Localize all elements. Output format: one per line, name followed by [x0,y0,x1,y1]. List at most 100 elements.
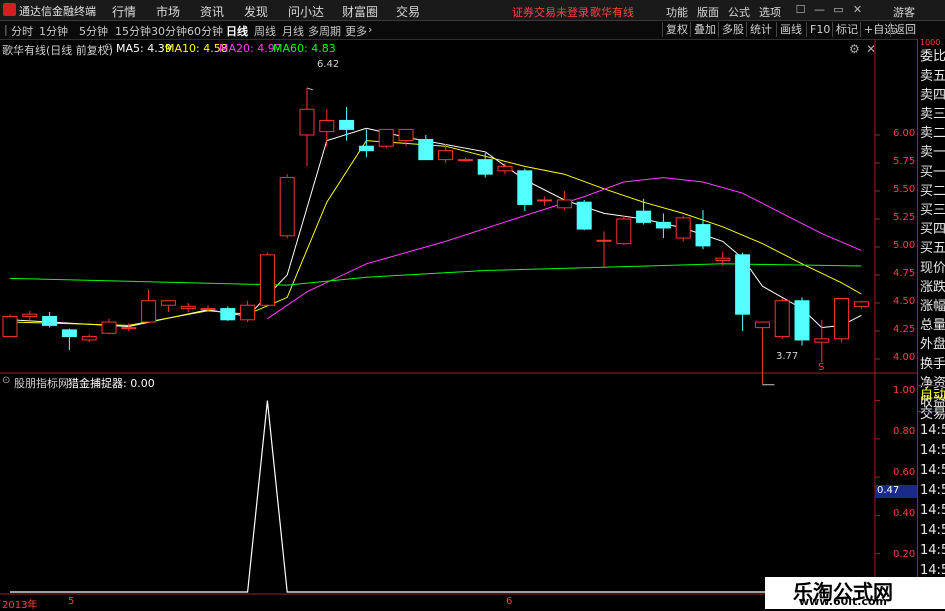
period-30min[interactable]: 30分钟 [151,23,187,39]
candle-body [180,305,196,310]
candle [81,334,97,343]
tab-auto[interactable]: 自动 [920,384,945,403]
watermark-url: www.60lt.com [799,595,888,608]
candle [675,215,691,242]
menu-wenxiaoda[interactable]: 问小达 [288,3,324,20]
tool-diejia[interactable]: 叠加 [690,22,719,37]
ind-y-tick-060: 0.60 [893,467,916,478]
candle-body [735,254,751,315]
period-more[interactable]: 更多 [345,23,367,39]
panel-huanshou: 换手 [920,357,945,372]
period-15min[interactable]: 15分钟 [115,23,151,39]
candle-body [259,254,275,306]
skin-icon[interactable]: ☐ [793,2,808,17]
candle [319,109,335,147]
app-title: 通达信金融终端 [19,5,96,18]
candle [180,303,196,312]
candle-body [576,201,592,230]
candle-body [477,159,493,175]
minimize-icon[interactable]: — [812,2,827,17]
candle-body [438,150,454,161]
tick-time-3: 14:56 [920,463,945,478]
y-tick-550: 5.50 [893,184,916,195]
ind-y-tick-020: 0.20 [893,549,916,560]
candle [616,215,632,245]
period-5min[interactable]: 5分钟 [79,23,108,39]
candle [576,199,592,231]
panel-xianjia: 现价 [920,261,945,276]
tick-time-2: 14:56 [920,443,945,458]
tool-huaxian[interactable]: 画线 [776,22,805,37]
candle [695,210,711,250]
candle [259,252,275,306]
login-status[interactable]: 证券交易未登录 [512,4,589,20]
ma-line-ma10 [9,140,862,326]
ma5-label: MA5: 4.39 [116,42,172,55]
candle [279,174,295,239]
chevron-down-icon[interactable]: ⊙ [104,42,112,53]
menu-hangqing[interactable]: 行情 [112,3,136,20]
tool-tongji[interactable]: 统计 [746,22,775,37]
tool-f10[interactable]: F10 [806,22,833,37]
menu-shichang[interactable]: 市场 [156,3,180,20]
ind-y-tick-100: 1.00 [893,385,916,396]
tool-fuquan[interactable]: 复权 [662,22,691,37]
period-60min[interactable]: 60分钟 [187,23,223,39]
close-chart-icon[interactable]: ✕ [866,42,876,56]
candle [42,311,58,328]
y-tick-400: 4.00 [893,352,916,363]
panel-sell2: 卖二 [920,126,945,141]
candle [438,143,454,163]
tab-trade[interactable]: 交易 [920,403,945,422]
period-toolbar: | 分时 1分钟 5分钟 15分钟 30分钟 60分钟 日线 周线 月线 多周期… [0,21,945,40]
settings-icon[interactable]: ⚙ [849,42,860,56]
y-tick-525: 5.25 [893,212,916,223]
quote-panel: 1000 委比 卖五 卖四 卖三 卖二 卖一 买一 买二 买三 买四 买五 现价… [917,38,945,609]
candle [457,157,473,162]
period-daily[interactable]: 日线 [226,23,248,39]
indicator-menu-icon[interactable]: ⊙ [2,375,10,386]
menu-zixun[interactable]: 资讯 [200,3,224,20]
menu-jiaoyi[interactable]: 交易 [396,3,420,20]
period-1min[interactable]: 1分钟 [39,23,68,39]
chevron-right-icon[interactable]: › [368,23,372,36]
menu-faxian[interactable]: 发现 [244,3,268,20]
candle [754,321,770,385]
y-tick-600: 6.00 [893,128,916,139]
period-monthly[interactable]: 月线 [282,23,304,39]
candle [517,168,533,212]
maximize-icon[interactable]: ▭ [831,2,846,17]
candle [853,300,869,309]
candle [655,213,671,239]
ma-lines [9,127,862,329]
period-multi[interactable]: 多周期 [308,23,341,39]
menu-xuanxiang[interactable]: 选项 [759,4,781,20]
period-weekly[interactable]: 周线 [254,23,276,39]
candle-body [101,321,117,334]
panel-sell5: 卖五 [920,69,945,84]
app-logo-icon [3,3,16,16]
menu-caifuquan[interactable]: 财富圈 [342,3,378,20]
candle [497,163,513,175]
menu-gongshi[interactable]: 公式 [728,4,750,20]
menu-gongneng[interactable]: 功能 [666,4,688,20]
guest-user[interactable]: 游客 [893,4,915,20]
tool-back[interactable]: 返回 [890,22,919,37]
candle-body [537,199,553,202]
ind-y-tick-080: 0.80 [893,426,916,437]
candle-body [715,257,731,261]
ind-y-tick-040: 0.40 [893,508,916,519]
kline-chart[interactable] [0,39,917,609]
candle [834,298,850,343]
candle-body [160,300,176,306]
period-fenshi[interactable]: 分时 [11,23,33,39]
candle [240,300,256,323]
close-icon[interactable]: ✕ [850,2,865,17]
candle [220,306,236,321]
panel-sell1: 卖一 [920,145,945,160]
menu-banmian[interactable]: 版面 [697,4,719,20]
tick-time-7: 14:56 [920,543,945,558]
tool-biaoji[interactable]: 标记 [832,22,861,37]
watermark: 乐淘公式网 www.60lt.com [765,577,945,609]
tool-duogu[interactable]: 多股 [718,22,747,37]
